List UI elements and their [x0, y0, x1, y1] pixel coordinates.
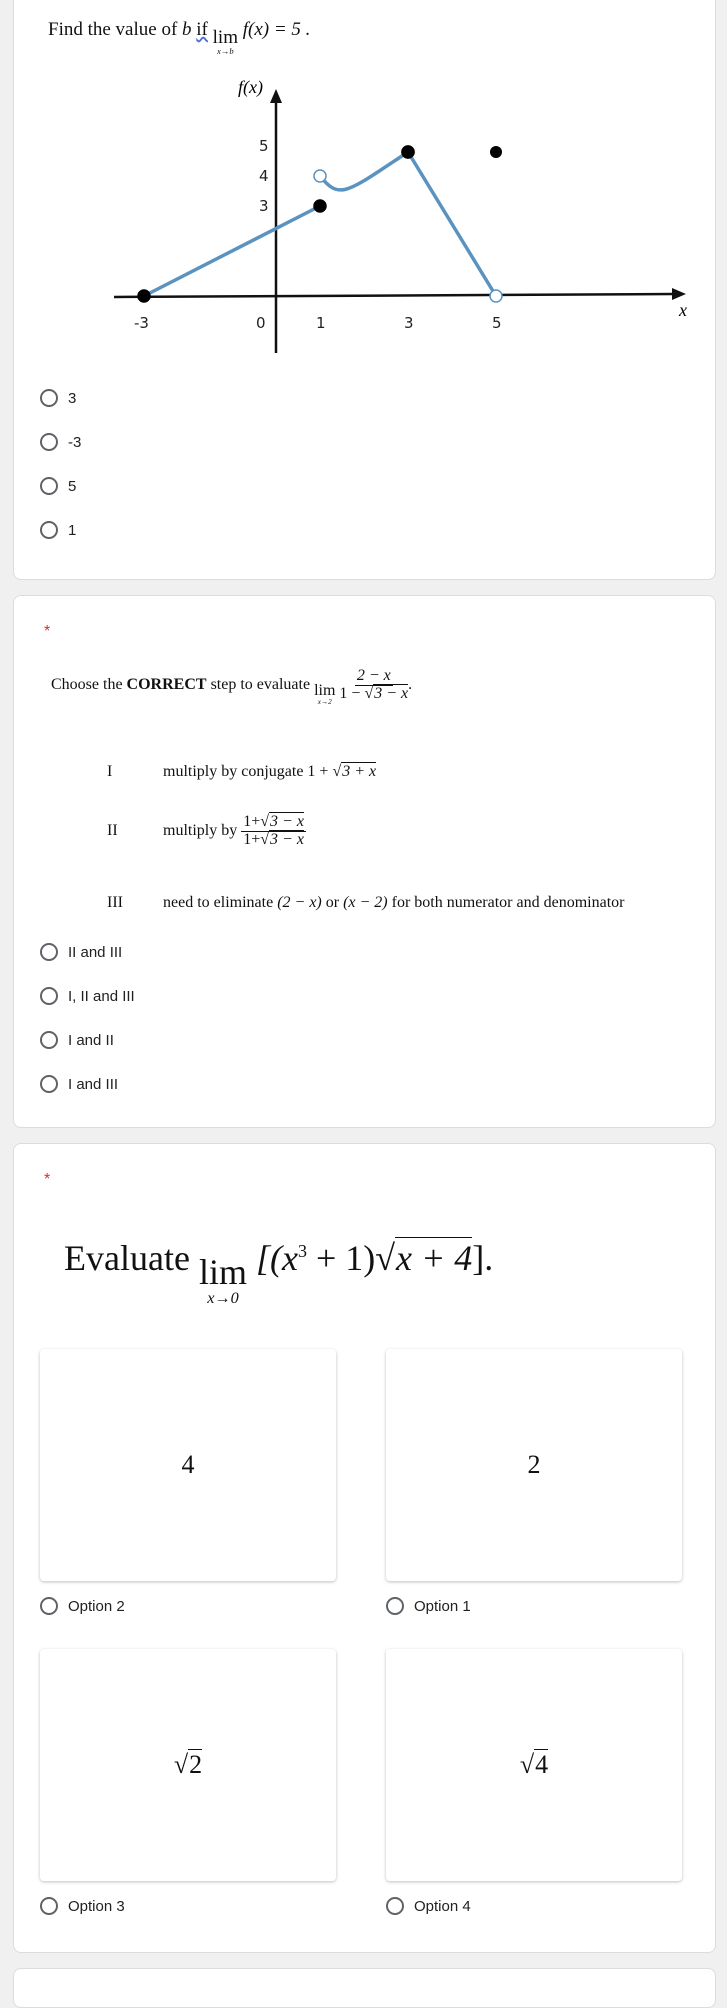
- graph-segment-linear: [143, 204, 321, 298]
- question-2-prompt: Choose the CORRECT step to evaluate lim …: [51, 667, 413, 706]
- open-point-decline-end: [489, 289, 503, 303]
- option-i-and-iii[interactable]: I and III: [40, 1075, 118, 1093]
- option-4[interactable]: Option 4: [386, 1897, 471, 1915]
- x-axis-label: x: [678, 300, 687, 320]
- x-tick-label: 3: [404, 314, 414, 332]
- limit-fraction: 2 − x 1 − √3 − x: [339, 667, 409, 702]
- closed-point-linear-start: [137, 289, 151, 303]
- option-1[interactable]: 1: [40, 521, 76, 539]
- question-card-1: Find the value of b if lim x→b f(x) = 5 …: [13, 0, 716, 580]
- required-asterisk: *: [44, 623, 51, 640]
- y-axis-label: f(x): [238, 77, 263, 98]
- limit-notation: lim x→b: [212, 27, 238, 56]
- option-2[interactable]: Option 2: [40, 1597, 125, 1615]
- x-tick-label: 5: [492, 314, 502, 332]
- radio-button[interactable]: [40, 433, 58, 451]
- y-tick-label: 4: [259, 167, 269, 185]
- radio-button[interactable]: [386, 1897, 404, 1915]
- question-card-3: * Evaluate lim x→0 [(x3 + 1)√x + 4]. 4 2…: [13, 1143, 716, 1953]
- radio-button[interactable]: [40, 477, 58, 495]
- option-neg3[interactable]: -3: [40, 433, 81, 451]
- step-3: III need to eliminate (2 − x) or (x − 2)…: [107, 894, 625, 911]
- option-5[interactable]: 5: [40, 477, 76, 495]
- radio-button[interactable]: [40, 389, 58, 407]
- option-ii-and-iii[interactable]: II and III: [40, 943, 122, 961]
- y-axis-arrow: [270, 89, 282, 103]
- question-card-2: * Choose the CORRECT step to evaluate li…: [13, 595, 716, 1128]
- closed-point-decline-start: [401, 145, 415, 159]
- required-asterisk: *: [44, 1171, 51, 1188]
- x-tick-label: 1: [316, 314, 326, 332]
- graph-segment-decline: [406, 151, 498, 297]
- radio-button[interactable]: [40, 521, 58, 539]
- question-1-prompt: Find the value of b if lim x→b f(x) = 5 …: [48, 19, 311, 56]
- question-card-4: [13, 1968, 716, 2008]
- open-point-curve-start: [313, 169, 327, 183]
- choice-image-sqrt4[interactable]: √4: [386, 1649, 682, 1881]
- option-3[interactable]: 3: [40, 389, 76, 407]
- isolated-closed-point: [490, 146, 502, 158]
- graph-segment-curve: [318, 150, 409, 192]
- function-graph: x f(x) -3 0 1 3 5 3 4 5: [113, 77, 687, 353]
- x-axis: [113, 292, 675, 299]
- choice-image-sqrt2[interactable]: √2: [40, 1649, 336, 1881]
- y-tick-label: 3: [259, 197, 269, 215]
- question-3-prompt: Evaluate lim x→0 [(x3 + 1)√x + 4].: [64, 1237, 494, 1307]
- x-tick-label: -3: [134, 314, 149, 332]
- step-2: II multiply by 1+√3 − x 1+√3 − x: [107, 812, 306, 848]
- radio-button[interactable]: [40, 987, 58, 1005]
- x-tick-label: 0: [256, 314, 266, 332]
- choice-image-4[interactable]: 4: [40, 1349, 336, 1581]
- radio-button[interactable]: [40, 1597, 58, 1615]
- option-1[interactable]: Option 1: [386, 1597, 471, 1615]
- radio-button[interactable]: [40, 1897, 58, 1915]
- radio-button[interactable]: [386, 1597, 404, 1615]
- conjugate-fraction: 1+√3 − x 1+√3 − x: [241, 812, 306, 848]
- option-i-ii-and-iii[interactable]: I, II and III: [40, 987, 135, 1005]
- radio-button[interactable]: [40, 943, 58, 961]
- y-tick-label: 5: [259, 137, 269, 155]
- option-i-and-ii[interactable]: I and II: [40, 1031, 114, 1049]
- step-1: I multiply by conjugate 1 + √3 + x: [107, 762, 377, 780]
- option-3[interactable]: Option 3: [40, 1897, 125, 1915]
- radio-button[interactable]: [40, 1031, 58, 1049]
- radio-button[interactable]: [40, 1075, 58, 1093]
- choice-image-2[interactable]: 2: [386, 1349, 682, 1581]
- closed-point-linear-end: [313, 199, 327, 213]
- x-axis-arrow: [672, 288, 686, 300]
